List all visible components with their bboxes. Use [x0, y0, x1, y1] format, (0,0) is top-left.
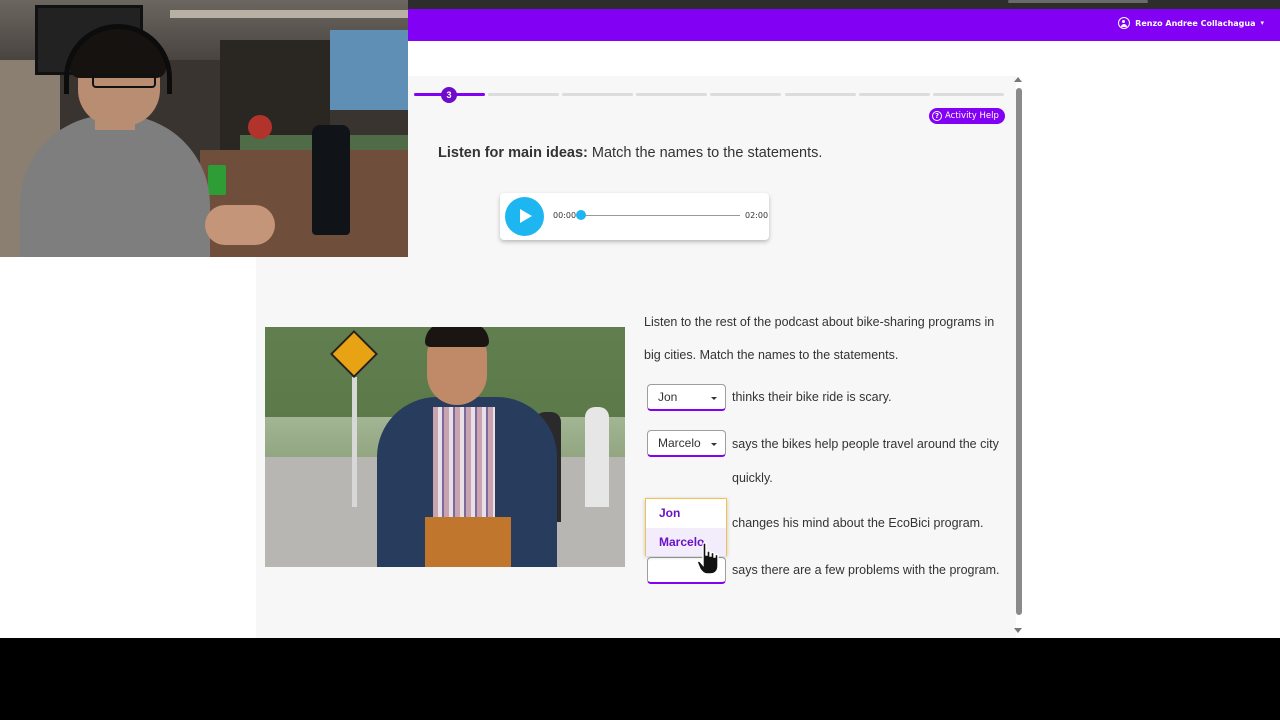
progress-segment-2[interactable] — [488, 93, 559, 96]
man-on-bike-photo — [265, 327, 625, 567]
hand-pointer-cursor-icon — [697, 542, 719, 575]
instruction-text: Match the names to the statements. — [587, 145, 823, 161]
exercise-description: Listen to the rest of the podcast about … — [644, 315, 995, 362]
name-select-2[interactable]: Marcelo — [647, 430, 726, 457]
user-name: Renzo Andree Collachagua — [1135, 18, 1256, 28]
webcam-person-hand — [205, 205, 275, 245]
progress-segment-7[interactable] — [859, 93, 930, 96]
statement-4: says there are a few problems with the p… — [732, 563, 1000, 577]
audio-total-time: 02:00 — [745, 211, 769, 220]
current-step-indicator[interactable]: 3 — [441, 87, 457, 103]
webcam-shelf — [170, 10, 408, 18]
activity-help-label: Activity Help — [945, 111, 999, 121]
caret-down-icon — [711, 443, 717, 446]
webcam-overlay — [0, 0, 408, 257]
select-value: Marcelo — [658, 436, 701, 450]
browser-top-strip — [408, 0, 1280, 9]
question-circle-icon: ? — [932, 111, 942, 121]
webcam-glasses — [92, 74, 156, 88]
user-menu[interactable]: Renzo Andree Collachagua ▾ — [1118, 17, 1264, 29]
photo-man-shirt — [433, 407, 495, 527]
progress-segment-3[interactable] — [562, 93, 633, 96]
step-progress-bar — [408, 93, 1008, 97]
activity-instruction: Listen for main ideas: Match the names t… — [438, 145, 822, 161]
photo-pedestrian — [585, 407, 609, 507]
select-value: Jon — [658, 390, 678, 404]
statement-3: changes his mind about the EcoBici progr… — [732, 516, 984, 530]
scroll-down-arrow-icon[interactable] — [1014, 628, 1022, 633]
webcam-kettle — [248, 115, 272, 139]
top-navigation-bar: Renzo Andree Collachagua ▾ — [408, 9, 1280, 41]
progress-segment-6[interactable] — [785, 93, 856, 96]
user-circle-icon — [1118, 17, 1131, 29]
webcam-bottle — [312, 125, 350, 235]
audio-seek-thumb[interactable] — [576, 210, 586, 220]
chevron-down-icon: ▾ — [1260, 19, 1264, 27]
caret-down-icon — [711, 397, 717, 400]
webcam-cup — [208, 165, 226, 195]
progress-segment-5[interactable] — [710, 93, 781, 96]
activity-help-button[interactable]: ? Activity Help — [929, 108, 1005, 124]
progress-segment-4[interactable] — [636, 93, 707, 96]
name-select-1[interactable]: Jon — [647, 384, 726, 411]
statement-2: says the bikes help people travel around… — [732, 437, 999, 485]
webcam-window — [330, 30, 408, 110]
dropdown-option-jon[interactable]: Jon — [646, 499, 726, 527]
audio-current-time: 00:00 — [553, 211, 577, 220]
photo-sign-pole — [352, 377, 357, 507]
instruction-heading: Listen for main ideas: — [438, 145, 588, 161]
audio-player: 00:00 02:00 — [500, 193, 769, 240]
play-button[interactable] — [505, 197, 544, 236]
photo-man-pants — [425, 517, 511, 567]
statement-1: thinks their bike ride is scary. — [732, 390, 892, 404]
app-screen: Renzo Andree Collachagua ▾ 3 ? Activity … — [0, 0, 1280, 638]
photo-man-hair — [425, 327, 489, 347]
audio-seek-track[interactable] — [580, 215, 740, 216]
scroll-up-arrow-icon[interactable] — [1014, 77, 1022, 82]
progress-segment-8[interactable] — [933, 93, 1004, 96]
scrollbar-thumb[interactable] — [1016, 88, 1022, 615]
